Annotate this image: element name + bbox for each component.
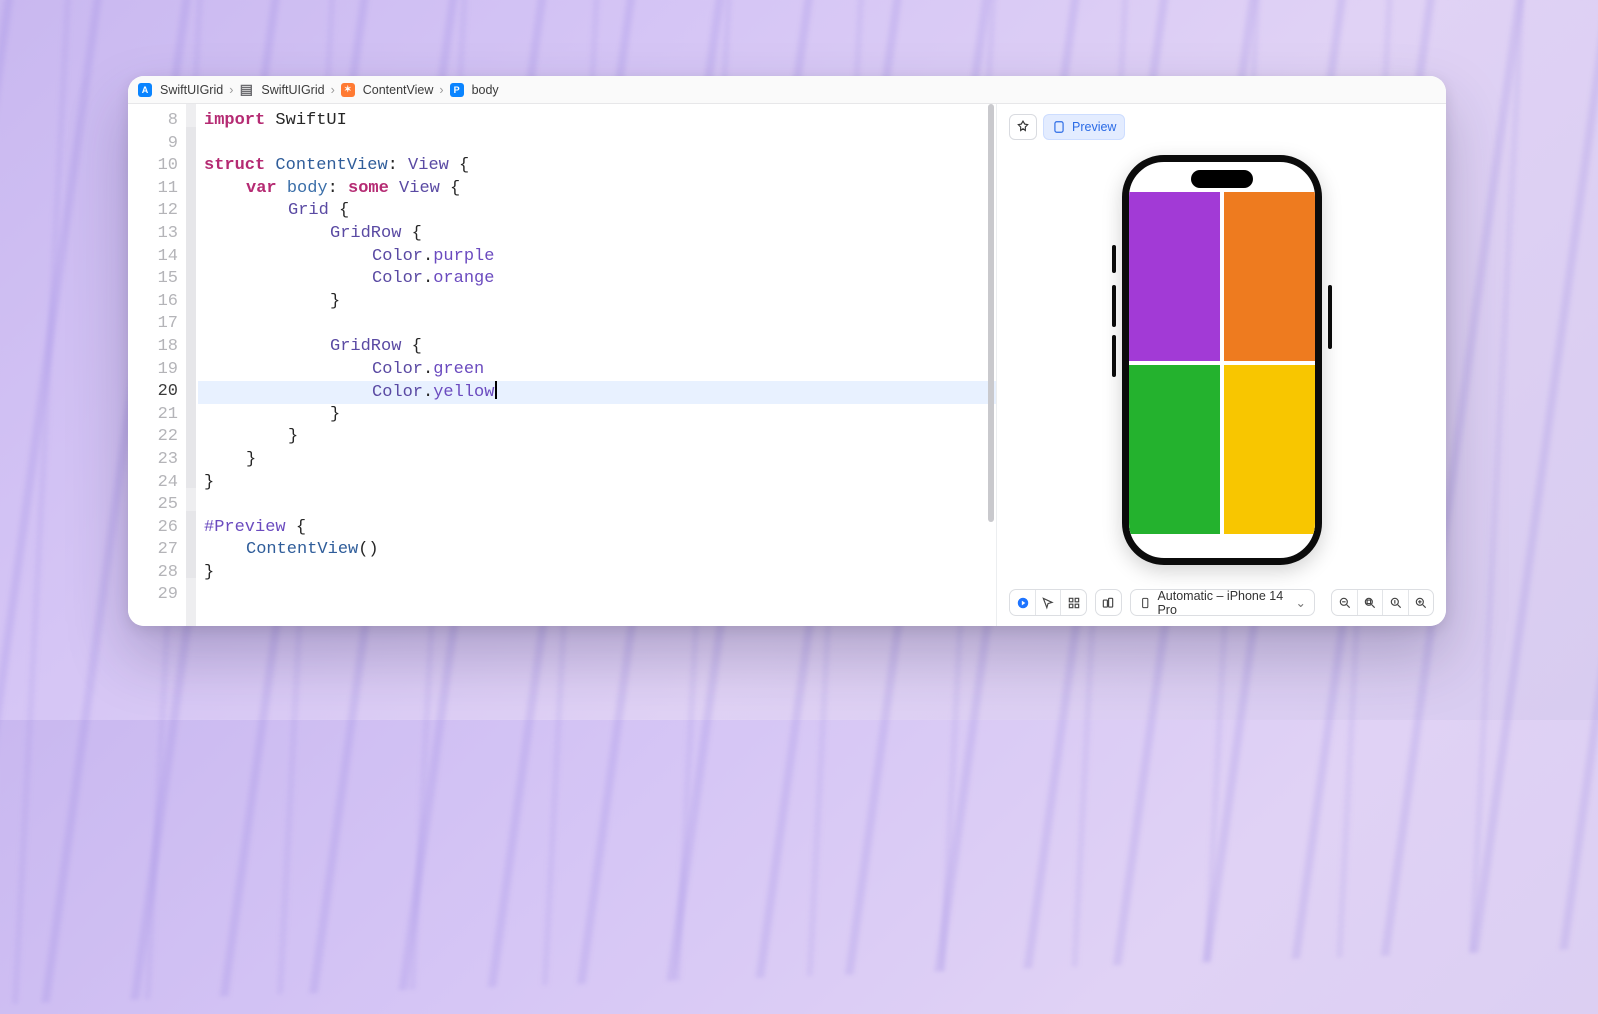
dynamic-island xyxy=(1191,170,1253,188)
zoom-out-icon xyxy=(1338,596,1352,610)
code-line: Color.yellow xyxy=(198,381,996,404)
device-selector-label: Automatic – iPhone 14 Pro xyxy=(1157,589,1289,617)
chevron-down-icon: ⌄ xyxy=(1296,595,1306,610)
live-preview-button[interactable] xyxy=(1010,590,1035,615)
code-editor[interactable]: 8910111213141516171819202122232425262728… xyxy=(128,104,996,626)
code-area[interactable]: import SwiftUI struct ContentView: View … xyxy=(198,104,996,626)
zoom-in-icon xyxy=(1414,596,1428,610)
code-line: struct ContentView: View { xyxy=(198,155,996,178)
code-line xyxy=(198,584,996,607)
fold-ribbon[interactable] xyxy=(186,104,196,626)
property-icon: P xyxy=(450,83,464,97)
line-number-gutter: 8910111213141516171819202122232425262728… xyxy=(128,104,186,626)
chevron-right-icon: › xyxy=(331,83,335,97)
crumb-folder[interactable]: SwiftUIGrid xyxy=(261,83,324,97)
pin-preview-button[interactable] xyxy=(1009,114,1037,140)
crumb-symbol[interactable]: body xyxy=(472,83,499,97)
app-icon: A xyxy=(138,83,152,97)
preview-bottom-bar: Automatic – iPhone 14 Pro ⌄ xyxy=(997,579,1446,626)
code-line: GridRow { xyxy=(198,223,996,246)
preview-pane: Preview xyxy=(996,104,1446,626)
play-icon xyxy=(1016,596,1030,610)
phone-side-button xyxy=(1112,335,1116,377)
code-line xyxy=(198,133,996,156)
preview-icon xyxy=(1052,120,1066,134)
code-line: Color.purple xyxy=(198,246,996,269)
code-line: var body: some View { xyxy=(198,178,996,201)
preview-stage xyxy=(997,140,1446,579)
chevron-right-icon: › xyxy=(439,83,443,97)
crumb-file[interactable]: ContentView xyxy=(363,83,434,97)
code-line: } xyxy=(198,291,996,314)
preview-mode-group xyxy=(1009,589,1087,616)
code-line: Color.orange xyxy=(198,268,996,291)
code-line: } xyxy=(198,472,996,495)
zoom-in-button[interactable] xyxy=(1408,590,1433,615)
swift-file-icon: ✶ xyxy=(341,83,355,97)
grid-cell-orange xyxy=(1224,192,1315,361)
code-line: import SwiftUI xyxy=(198,110,996,133)
variants-grid-button[interactable] xyxy=(1060,590,1085,615)
zoom-actual-icon xyxy=(1389,596,1403,610)
selectable-preview-button[interactable] xyxy=(1035,590,1060,615)
xcode-window: A SwiftUIGrid › ▤ SwiftUIGrid › ✶ Conten… xyxy=(128,76,1446,626)
phone-side-button xyxy=(1112,245,1116,273)
code-line xyxy=(198,494,996,517)
code-line: } xyxy=(198,404,996,427)
simulator-device[interactable] xyxy=(1122,155,1322,565)
scroll-thumb[interactable] xyxy=(988,104,994,522)
code-line: #Preview { xyxy=(198,517,996,540)
select-icon xyxy=(1041,596,1055,610)
zoom-group xyxy=(1331,589,1434,616)
grid-cell-green xyxy=(1129,365,1220,534)
grid-icon xyxy=(1067,596,1081,610)
vertical-scrollbar[interactable] xyxy=(986,104,996,626)
grid-cell-purple xyxy=(1129,192,1220,361)
code-line: GridRow { xyxy=(198,336,996,359)
folder-icon: ▤ xyxy=(239,83,253,97)
preview-tab-label: Preview xyxy=(1072,120,1116,134)
variants-button-group xyxy=(1095,589,1122,616)
zoom-100-button[interactable] xyxy=(1382,590,1407,615)
phone-side-button xyxy=(1112,285,1116,327)
text-caret xyxy=(495,381,497,399)
variants-icon xyxy=(1101,596,1115,610)
preview-top-bar: Preview xyxy=(997,104,1446,140)
breadcrumb: A SwiftUIGrid › ▤ SwiftUIGrid › ✶ Conten… xyxy=(128,76,1446,104)
code-line xyxy=(198,313,996,336)
preview-tab[interactable]: Preview xyxy=(1043,114,1125,140)
editor-row: 8910111213141516171819202122232425262728… xyxy=(128,104,1446,626)
rendered-grid xyxy=(1129,192,1315,534)
device-selector[interactable]: Automatic – iPhone 14 Pro ⌄ xyxy=(1130,589,1315,616)
pin-icon xyxy=(1016,120,1030,134)
code-line: } xyxy=(198,562,996,585)
code-line: } xyxy=(198,449,996,472)
zoom-fit-button[interactable] xyxy=(1357,590,1382,615)
code-line: } xyxy=(198,426,996,449)
zoom-out-button[interactable] xyxy=(1332,590,1357,615)
zoom-fit-icon xyxy=(1363,596,1377,610)
code-line: ContentView() xyxy=(198,539,996,562)
phone-icon xyxy=(1139,596,1151,610)
code-line: Color.green xyxy=(198,359,996,382)
crumb-project[interactable]: SwiftUIGrid xyxy=(160,83,223,97)
code-line: Grid { xyxy=(198,200,996,223)
grid-cell-yellow xyxy=(1224,365,1315,534)
phone-side-button xyxy=(1328,285,1332,349)
chevron-right-icon: › xyxy=(229,83,233,97)
device-settings-button[interactable] xyxy=(1096,590,1121,615)
